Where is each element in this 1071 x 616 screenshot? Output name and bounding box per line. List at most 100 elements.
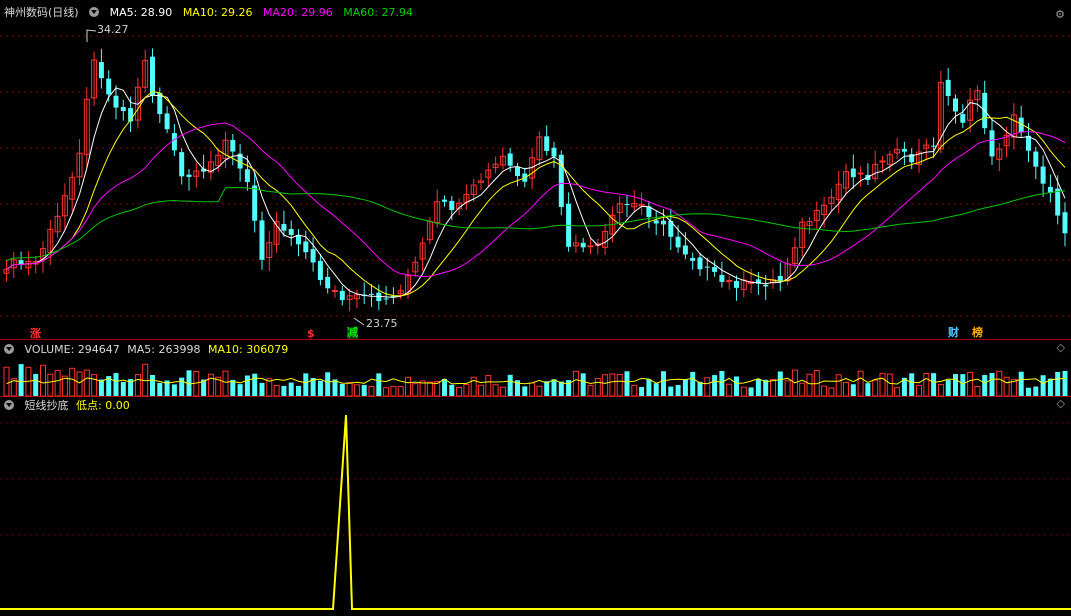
candle-body [580, 242, 586, 248]
candle-body [18, 260, 24, 265]
volume-bar [1040, 375, 1046, 396]
candle-body [953, 98, 958, 112]
candlestick-panel[interactable]: 神州数码(日线) MA5: 28.90 MA10: 29.26 MA20: 29… [0, 0, 1071, 340]
triangle-down-icon[interactable] [4, 344, 14, 354]
volume-bar [449, 384, 455, 396]
candle-body [989, 130, 995, 157]
ma20-label: MA20: 29.96 [263, 6, 333, 19]
candle-body [332, 289, 338, 292]
volume-bar [967, 371, 974, 397]
indicator-header: 短线抄底 低点: 0.00 [4, 399, 137, 413]
candle-body [1033, 151, 1039, 167]
volume-bar [368, 386, 375, 397]
candle-body [310, 249, 316, 263]
main-header: 神州数码(日线) MA5: 28.90 MA10: 29.26 MA20: 29… [4, 6, 420, 20]
settings-icon[interactable]: ⚙ [1055, 8, 1065, 21]
candle-body [252, 185, 258, 221]
diamond-icon[interactable]: ◇ [1057, 341, 1065, 354]
volume-bar [777, 371, 783, 396]
volume-bar [784, 380, 791, 397]
volume-bar [923, 372, 930, 397]
candle-body [186, 174, 192, 177]
volume-bar [376, 373, 382, 396]
marker-bang[interactable]: 榜 [972, 327, 983, 339]
candle-body [763, 284, 769, 287]
volume-bar [828, 387, 835, 397]
triangle-down-icon[interactable] [4, 400, 14, 410]
volume-bar [325, 372, 331, 396]
volume-bar [426, 381, 433, 397]
volume-bar [296, 385, 301, 396]
volume-bar [485, 375, 492, 397]
volume-bar [682, 379, 688, 396]
volume-bar [937, 383, 944, 397]
candle-body [339, 290, 345, 301]
volume-bar [252, 373, 258, 396]
volume-bar [134, 373, 141, 397]
marker-zhang[interactable]: 涨 [30, 328, 41, 340]
marker-cai[interactable]: 财 [948, 327, 959, 339]
ma5-label: MA5: 28.90 [109, 6, 173, 19]
volume-bar [850, 384, 856, 396]
volume-bar [317, 380, 323, 396]
volume-bar [383, 387, 390, 397]
candle-body [857, 172, 864, 175]
volume-bar [1062, 370, 1068, 396]
volume-bar [339, 383, 345, 396]
candle-body [901, 148, 907, 152]
low-point-label: 低点: 0.00 [76, 399, 130, 412]
volume-bar [755, 379, 761, 396]
volume-bar [1003, 376, 1010, 397]
candle-body [726, 279, 733, 282]
volume-bar [157, 382, 163, 396]
volume-panel[interactable]: VOLUME: 294647 MA5: 263998 MA10: 306079 … [0, 341, 1071, 397]
volume-bar [353, 384, 360, 397]
candle-body [544, 136, 550, 151]
ma20-line [6, 122, 1066, 278]
volume-bar [113, 373, 119, 396]
volume-ma5-label: MA5: 263998 [127, 343, 201, 356]
candle-body [296, 235, 301, 245]
high-price-label: 34.27 [97, 23, 129, 36]
volume-bar [442, 378, 447, 396]
candle-body [383, 298, 389, 300]
volume-bar [624, 371, 630, 396]
volume-bar [953, 374, 958, 396]
diamond-icon[interactable]: ◇ [1057, 397, 1065, 410]
volume-bar [1055, 371, 1061, 396]
volume-bar [843, 381, 849, 397]
candle-body [719, 275, 725, 282]
volume-bar [602, 374, 609, 397]
marker-jian[interactable]: 减 [347, 327, 358, 339]
volume-bar [499, 386, 506, 397]
stock-name: 神州数码(日线) [4, 6, 79, 19]
candlestick-chart[interactable] [0, 0, 1071, 340]
volume-bar [770, 379, 776, 397]
candle-body [587, 245, 594, 248]
candle-body [675, 236, 681, 248]
volume-bar [931, 373, 937, 396]
indicator-panel[interactable]: 短线抄底 低点: 0.00 ◇ [0, 397, 1071, 616]
triangle-down-icon[interactable] [89, 7, 100, 17]
candle-body [507, 153, 513, 166]
volume-bar [551, 379, 557, 396]
candle-body [179, 152, 185, 177]
volume-bar [594, 377, 601, 397]
volume-bar [865, 383, 871, 396]
volume-bar [171, 384, 177, 396]
marker-dollar[interactable]: $ [307, 328, 315, 340]
volume-bar [259, 382, 265, 396]
low-price-label: 23.75 [366, 317, 398, 330]
volume-bar [740, 386, 747, 397]
volume-bar [33, 374, 39, 396]
volume-bar [879, 372, 886, 397]
volume-bar [974, 386, 981, 397]
low-pointer [353, 317, 365, 326]
indicator-chart[interactable] [0, 397, 1071, 616]
volume-bar [668, 386, 674, 396]
volume-bar [412, 383, 419, 397]
volume-bar [616, 373, 623, 397]
candle-body [106, 78, 112, 95]
ma60-line [6, 186, 1066, 262]
signal-line [0, 414, 1071, 610]
